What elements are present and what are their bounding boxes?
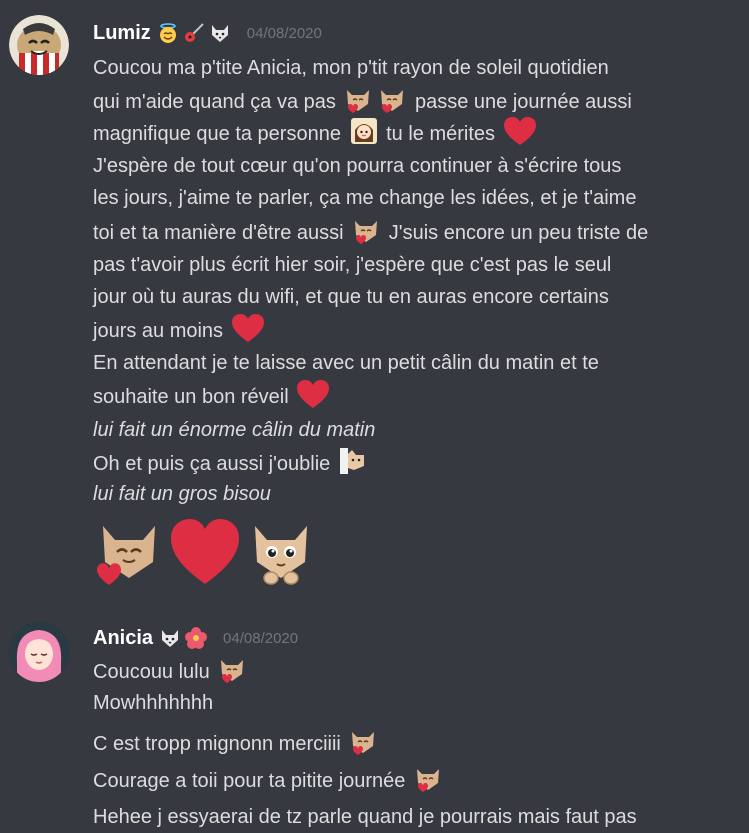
message-line: Hehee j essyaerai de tz parle quand je p… (93, 806, 637, 828)
message-line: toi et ta manière d'être aussi J'suis en… (93, 215, 733, 249)
message-line: Courage a toii pour ta pitite journée (93, 763, 733, 797)
avatar[interactable] (9, 622, 69, 682)
cat-heart-emoji-icon (351, 215, 381, 245)
message-header: Lumiz 04/08/2020 (93, 17, 322, 49)
peeking-cat-emoji-icon (338, 446, 368, 476)
hibiscus-icon (185, 627, 208, 649)
anime-girl-emoji-icon (349, 116, 379, 146)
pink-hair-girl-avatar-icon (9, 622, 69, 682)
user-badges (157, 22, 231, 44)
message-line-italic: lui fait un gros bisou (93, 483, 271, 505)
message-line: Coucou ma p'tite Anicia, mon p'tit rayon… (93, 57, 609, 79)
pleading-cat-emoji-icon (245, 516, 317, 588)
cat-heart-emoji-icon (413, 763, 443, 793)
message-line-italic: lui fait un énorme câlin du matin (93, 419, 376, 441)
jumbo-emoji-row (93, 516, 321, 588)
message-line: C est tropp mignonn merciiii (93, 726, 733, 760)
message-header: Anicia 04/08/2020 (93, 622, 298, 654)
red-heart-icon (296, 379, 330, 419)
guitar-icon (183, 22, 205, 44)
username[interactable]: Anicia (93, 627, 153, 650)
message-line: pas t'avoir plus écrit hier soir, j'espè… (93, 254, 612, 276)
red-heart-icon (169, 516, 241, 588)
message-line: J'espère de tout cœur qu'on pourra conti… (93, 155, 622, 177)
cat-heart-emoji-icon (217, 654, 247, 684)
cat-heart-emoji-icon (348, 726, 378, 756)
angel-smile-icon (157, 22, 179, 44)
chat-log: Lumiz 04/08/2020 Coucou ma p'tite Anicia… (0, 0, 749, 833)
message-line: Oh et puis ça aussi j'oublie (93, 446, 733, 480)
user-badges (159, 627, 208, 649)
cat-heart-emoji-icon (377, 84, 407, 114)
message-group-lumiz: Lumiz 04/08/2020 Coucou ma p'tite Anicia… (0, 0, 749, 600)
message-line: les jours, j'aime te parler, ça me chang… (93, 187, 637, 209)
wolf-icon (159, 627, 181, 649)
cat-heart-emoji-icon (343, 84, 373, 114)
avatar[interactable] (9, 15, 69, 75)
cartoon-character-avatar-icon (9, 15, 69, 75)
username[interactable]: Lumiz (93, 22, 151, 45)
message-line: En attendant je te laisse avec un petit … (93, 352, 599, 374)
message-line: souhaite un bon réveil (93, 379, 733, 419)
cat-heart-emoji-icon (93, 516, 165, 588)
message-line: Coucouu lulu (93, 654, 733, 688)
message-group-anicia: Anicia 04/08/2020 Coucouu lulu Mowhhhhhh… (0, 600, 749, 833)
message-line: jour où tu auras du wifi, et que tu en a… (93, 286, 609, 308)
wolf-icon (209, 22, 231, 44)
timestamp: 04/08/2020 (223, 629, 299, 647)
message-line: Mowhhhhhhh (93, 692, 214, 714)
timestamp: 04/08/2020 (246, 24, 322, 42)
message-line: qui m'aide quand ça va pas passe une jou… (93, 84, 733, 118)
